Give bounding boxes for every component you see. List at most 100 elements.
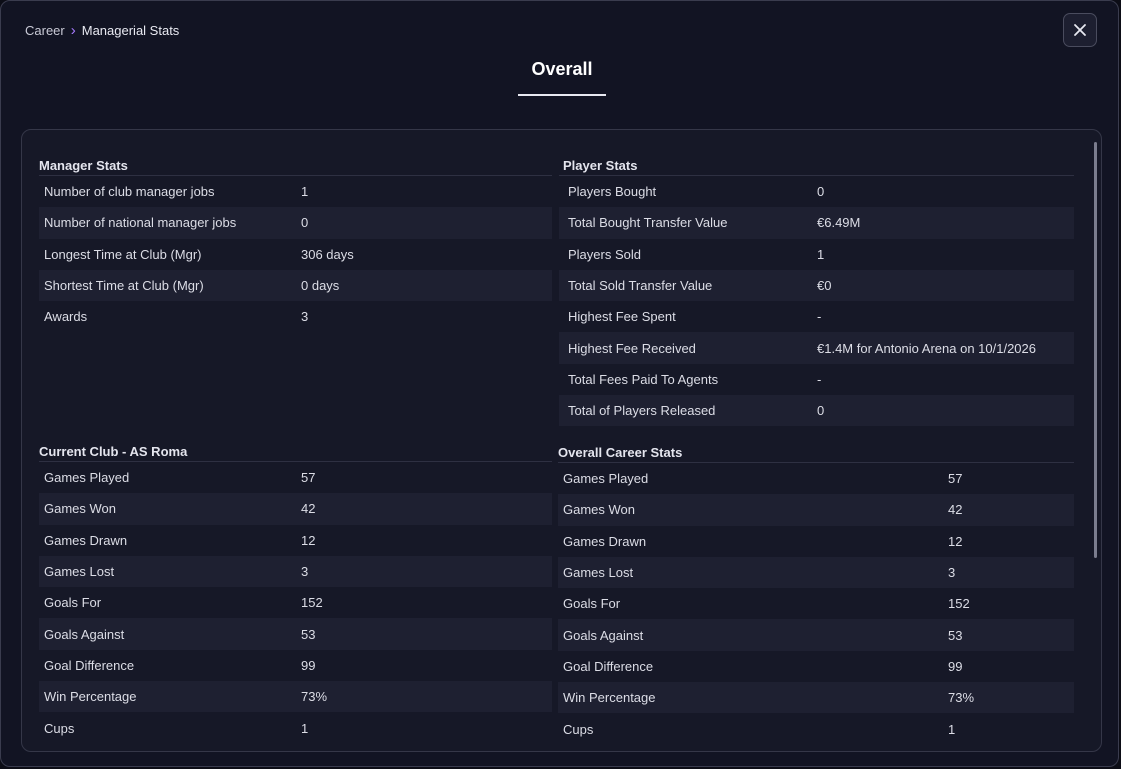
row-value: 0 — [817, 403, 825, 419]
table-row: Shortest Time at Club (Mgr) 0 days — [39, 269, 552, 302]
row-value: 42 — [301, 501, 316, 517]
table-row: Games Drawn 12 — [39, 525, 552, 556]
table-row: Games Played 57 — [558, 463, 1074, 494]
row-label: Goals Against — [563, 627, 644, 643]
row-label: Number of club manager jobs — [44, 184, 215, 200]
row-label: Total Bought Transfer Value — [568, 215, 728, 231]
table-row: Goals Against 53 — [39, 618, 552, 650]
tab-overall[interactable]: Overall — [518, 59, 606, 96]
breadcrumb: Career › Managerial Stats — [25, 23, 179, 38]
table-row: Total Bought Transfer Value €6.49M — [559, 207, 1074, 239]
row-label: Games Drawn — [44, 532, 128, 548]
row-label: Players Sold — [568, 246, 641, 262]
row-label: Win Percentage — [563, 690, 656, 706]
breadcrumb-current: Managerial Stats — [81, 23, 180, 38]
row-label: Games Lost — [44, 564, 115, 580]
row-label: Total of Players Released — [568, 403, 716, 419]
row-label: Longest Time at Club (Mgr) — [44, 246, 202, 262]
close-icon — [1074, 24, 1086, 36]
table-row: Players Sold 1 — [559, 239, 1074, 270]
current-club-table: Games Played 57 Games Won 42 Games Drawn 12 Ga… — [39, 462, 552, 744]
close-button[interactable] — [1063, 13, 1097, 47]
breadcrumb-career[interactable]: Career — [25, 23, 65, 38]
row-label: Games Lost — [563, 565, 634, 581]
row-label: Awards — [44, 309, 88, 325]
row-label: Number of national manager jobs — [44, 215, 237, 231]
row-value: 1 — [301, 720, 309, 736]
section-title: Manager Stats — [39, 157, 552, 176]
table-row: Longest Time at Club (Mgr) 306 days — [39, 239, 552, 270]
table-row: Games Lost 3 — [558, 556, 1074, 589]
section-title: Current Club - AS Roma — [39, 443, 552, 462]
row-label: Games Drawn — [563, 533, 647, 549]
row-value: 73% — [948, 690, 975, 706]
row-value: 3 — [301, 309, 309, 325]
row-label: Players Bought — [568, 184, 657, 200]
row-value: 0 — [817, 184, 825, 200]
chevron-right-icon: › — [70, 22, 76, 39]
overall-career-table: Games Played 57 Games Won 42 Games Drawn 12 Ga… — [558, 463, 1074, 745]
row-label: Highest Fee Spent — [568, 309, 676, 325]
table-row: Goals For 152 — [558, 588, 1074, 619]
table-row: Games Won 42 — [558, 494, 1074, 526]
row-value: 1 — [817, 246, 825, 262]
row-label: Total Fees Paid To Agents — [568, 371, 719, 387]
table-row: Games Lost 3 — [39, 555, 552, 588]
row-value: 12 — [948, 533, 963, 549]
row-value: €0 — [817, 278, 832, 294]
row-value: 53 — [948, 627, 963, 643]
table-row: Highest Fee Received €1.4M for Antonio Ar… — [559, 332, 1074, 364]
row-value: 57 — [948, 471, 963, 487]
row-label: Goals For — [563, 596, 621, 612]
row-value: 152 — [948, 596, 970, 612]
table-row: Win Percentage 73% — [39, 681, 552, 713]
row-value: 99 — [301, 657, 316, 673]
managerial-stats-modal: Career › Managerial Stats Overall Manage… — [0, 0, 1119, 767]
row-value: 0 days — [301, 278, 340, 294]
row-value: 0 — [301, 215, 309, 231]
table-row: Awards 3 — [39, 301, 552, 332]
row-value: 3 — [301, 564, 309, 580]
row-label: Goal Difference — [563, 658, 654, 674]
table-row: Goal Difference 99 — [558, 651, 1074, 682]
table-row: Total of Players Released 0 — [559, 395, 1074, 427]
table-row: Goals For 152 — [39, 587, 552, 618]
table-row: Total Fees Paid To Agents - — [559, 364, 1074, 395]
table-row: Games Played 57 — [39, 462, 552, 493]
table-row: Games Drawn 12 — [558, 526, 1074, 557]
table-row: Win Percentage 73% — [558, 682, 1074, 714]
row-value: 12 — [301, 532, 316, 548]
row-value: €6.49M — [817, 215, 861, 231]
section-title: Player Stats — [559, 157, 1074, 176]
row-value: 57 — [301, 470, 316, 486]
table-row: Highest Fee Spent - — [559, 301, 1074, 332]
row-value: - — [817, 371, 822, 387]
row-value: 306 days — [301, 246, 354, 262]
player-stats-section: Player Stats Players Bought 0 Total Bought… — [559, 157, 1074, 427]
row-label: Goals For — [44, 595, 102, 611]
row-value: €1.4M for Antonio Arena on 10/1/2026 — [817, 340, 1037, 356]
row-value: 1 — [301, 184, 309, 200]
row-value: 42 — [948, 502, 963, 518]
row-label: Shortest Time at Club (Mgr) — [44, 278, 204, 294]
manager-stats-table: Number of club manager jobs 1 Number of na… — [39, 176, 552, 332]
manager-stats-section: Manager Stats Number of club manager job… — [39, 157, 552, 332]
table-row: Cups 1 — [558, 713, 1074, 744]
row-label: Goals Against — [44, 626, 125, 642]
row-value: 99 — [948, 658, 963, 674]
table-row: Goal Difference 99 — [39, 650, 552, 681]
row-label: Cups — [563, 721, 594, 737]
row-label: Win Percentage — [44, 689, 137, 705]
stats-panel: Manager Stats Number of club manager job… — [21, 129, 1102, 752]
row-value: 53 — [301, 626, 316, 642]
row-value: 73% — [301, 689, 328, 705]
row-label: Goal Difference — [44, 657, 135, 673]
row-label: Games Won — [563, 502, 636, 518]
table-row: Games Won 42 — [39, 493, 552, 525]
section-title: Overall Career Stats — [558, 444, 1074, 463]
scrollbar[interactable] — [1094, 142, 1097, 558]
row-value: 152 — [301, 595, 323, 611]
row-label: Games Won — [44, 501, 117, 517]
current-club-section: Current Club - AS Roma Games Played 57 Gam… — [39, 443, 552, 744]
row-label: Cups — [44, 720, 75, 736]
